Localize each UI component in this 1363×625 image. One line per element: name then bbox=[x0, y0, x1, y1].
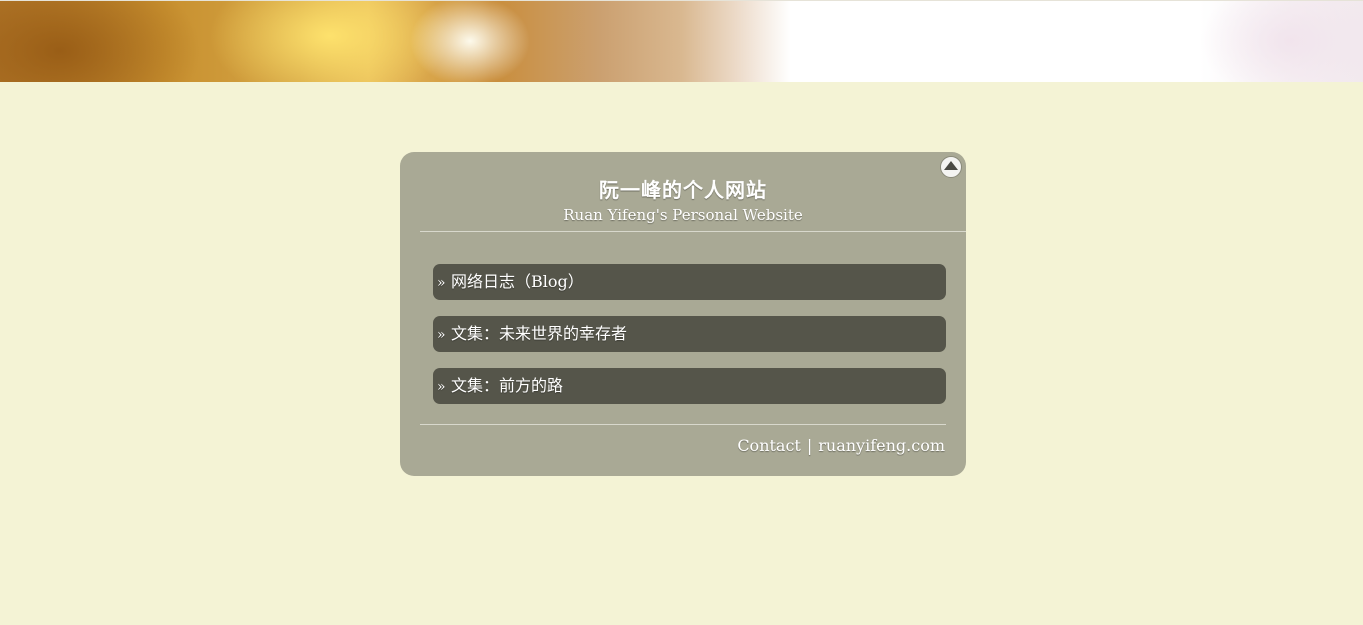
menu-item-label: 文集：未来世界的幸存者 bbox=[451, 324, 628, 343]
divider-top bbox=[420, 231, 966, 232]
footer: Contact | ruanyifeng.com bbox=[737, 436, 945, 455]
contact-link[interactable]: Contact bbox=[737, 436, 801, 455]
site-title: 阮一峰的个人网站 bbox=[599, 178, 767, 202]
menu-item-label: 网络日志（Blog） bbox=[451, 272, 584, 291]
menu-item-collection-road-ahead[interactable]: » 文集：前方的路 bbox=[433, 368, 946, 404]
footer-separator: | bbox=[806, 436, 813, 455]
site-subtitle: Ruan Yifeng's Personal Website bbox=[563, 206, 803, 224]
menu-bullet: » bbox=[437, 379, 446, 395]
site-card: 阮一峰的个人网站 Ruan Yifeng's Personal Website … bbox=[400, 152, 966, 476]
domain-link[interactable]: ruanyifeng.com bbox=[818, 436, 945, 455]
menu-item-label: 文集：前方的路 bbox=[451, 376, 564, 395]
header-banner-image bbox=[0, 0, 1363, 82]
menu-item-blog[interactable]: » 网络日志（Blog） bbox=[433, 264, 946, 300]
menu-item-collection-survivors[interactable]: » 文集：未来世界的幸存者 bbox=[433, 316, 946, 352]
divider-bottom bbox=[420, 424, 946, 425]
menu-bullet: » bbox=[437, 275, 446, 291]
menu-bullet: » bbox=[437, 327, 446, 343]
